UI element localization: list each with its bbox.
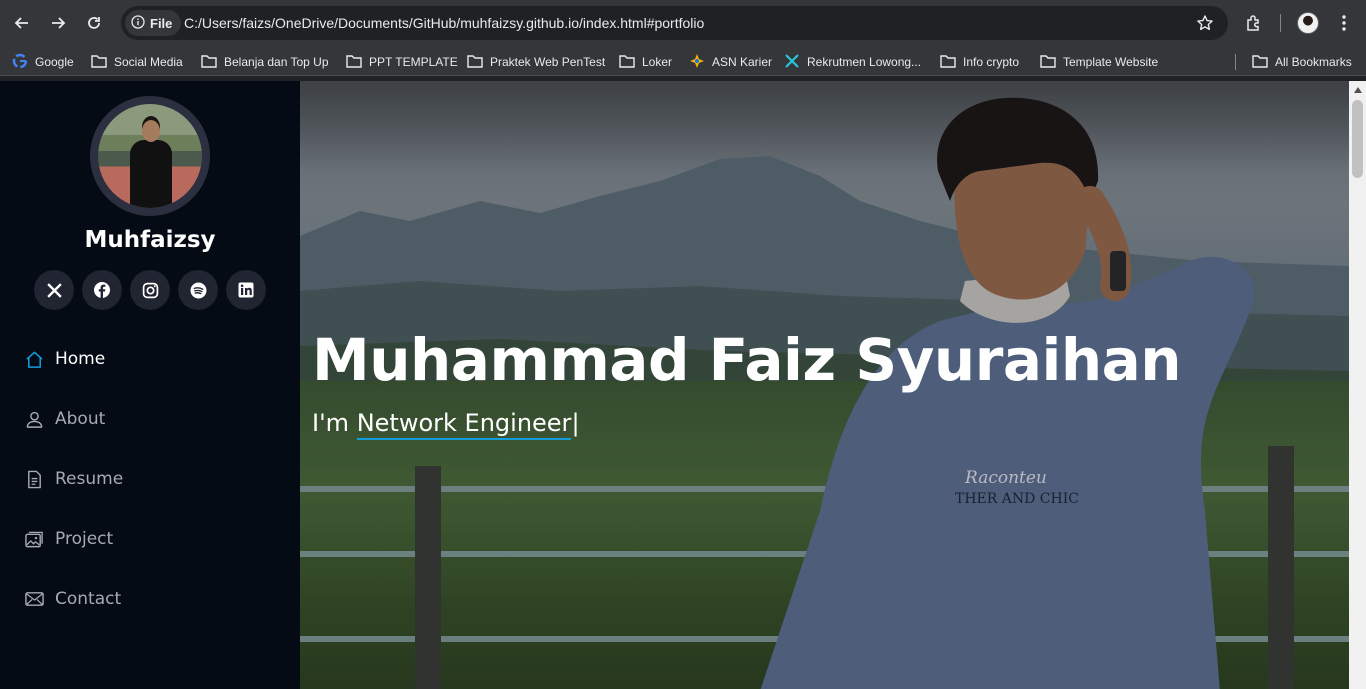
typed-cursor: | bbox=[571, 409, 580, 437]
spotify-icon[interactable] bbox=[178, 270, 218, 310]
nav-item-home[interactable]: Home bbox=[25, 344, 265, 374]
folder-icon bbox=[1252, 54, 1268, 71]
rekrutmen-icon bbox=[784, 53, 800, 72]
hero-subtitle: I'm Network Engineer| bbox=[312, 409, 580, 440]
profile-photo bbox=[98, 104, 202, 208]
profile-avatar[interactable] bbox=[1297, 12, 1319, 34]
info-icon bbox=[131, 14, 145, 32]
scrollbar-thumb[interactable] bbox=[1352, 100, 1363, 178]
nav-item-project[interactable]: Project bbox=[25, 524, 265, 554]
browser-toolbar: File C:/Users/faizs/OneDrive/Documents/G… bbox=[0, 0, 1366, 46]
envelope-icon bbox=[25, 590, 44, 609]
site-info-chip[interactable]: File bbox=[125, 10, 182, 36]
bookmark-google[interactable]: Google bbox=[12, 52, 74, 72]
google-icon bbox=[12, 53, 28, 72]
url-text[interactable]: C:/Users/faizs/OneDrive/Documents/GitHub… bbox=[184, 15, 704, 31]
home-icon bbox=[25, 350, 44, 369]
page-viewport: Muhfaizsy Home About Resume Project Cont… bbox=[0, 81, 1366, 689]
bookmark-social-media[interactable]: Social Media bbox=[91, 52, 183, 72]
reload-icon[interactable] bbox=[81, 10, 107, 36]
hero-typed-text: Network Engineer bbox=[356, 409, 572, 440]
hero-title: Muhammad Faiz Syuraihan bbox=[312, 326, 1182, 394]
toolbar-divider bbox=[1280, 14, 1281, 32]
page-scrollbar[interactable] bbox=[1349, 81, 1366, 689]
bookmark-star-icon[interactable] bbox=[1196, 14, 1214, 37]
hero-subtitle-prefix: I'm bbox=[312, 409, 350, 437]
folder-icon bbox=[201, 54, 217, 71]
extensions-puzzle-icon[interactable] bbox=[1241, 10, 1267, 36]
nav-item-about[interactable]: About bbox=[25, 404, 265, 434]
forward-arrow-icon[interactable] bbox=[45, 10, 71, 36]
site-chip-label: File bbox=[150, 15, 173, 31]
bookmark-asn-karier[interactable]: ASN Karier bbox=[689, 52, 772, 72]
asn-icon bbox=[689, 53, 705, 72]
hero-section: Raconteu THER AND CHIC Muhammad Faiz Syu… bbox=[300, 81, 1349, 689]
bookmark-rekrutmen[interactable]: Rekrutmen Lowong... bbox=[784, 52, 921, 72]
bookmarks-divider bbox=[1235, 54, 1236, 70]
more-menu-icon[interactable] bbox=[1331, 10, 1357, 36]
nav-item-resume[interactable]: Resume bbox=[25, 464, 265, 494]
site-brand-name[interactable]: Muhfaizsy bbox=[0, 227, 300, 253]
folder-icon bbox=[467, 54, 483, 71]
file-icon bbox=[25, 470, 44, 489]
bookmark-loker[interactable]: Loker bbox=[619, 52, 672, 72]
back-arrow-icon[interactable] bbox=[9, 10, 35, 36]
linkedin-icon[interactable] bbox=[226, 270, 266, 310]
social-links bbox=[34, 270, 266, 310]
x-icon[interactable] bbox=[34, 270, 74, 310]
facebook-icon[interactable] bbox=[82, 270, 122, 310]
bookmarks-bar: Google Social Media Belanja dan Top Up P… bbox=[0, 46, 1366, 76]
person-icon bbox=[25, 410, 44, 429]
folder-icon bbox=[1040, 54, 1056, 71]
scroll-up-arrow-icon[interactable] bbox=[1349, 81, 1366, 98]
bookmark-info-crypto[interactable]: Info crypto bbox=[940, 52, 1019, 72]
profile-photo-frame bbox=[90, 96, 210, 216]
address-bar[interactable]: File C:/Users/faizs/OneDrive/Documents/G… bbox=[121, 6, 1228, 40]
sidebar: Muhfaizsy Home About Resume Project Cont… bbox=[0, 81, 300, 689]
folder-icon bbox=[346, 54, 362, 71]
bookmark-belanja[interactable]: Belanja dan Top Up bbox=[201, 52, 329, 72]
nav-item-contact[interactable]: Contact bbox=[25, 584, 265, 614]
images-icon bbox=[25, 530, 44, 549]
folder-icon bbox=[91, 54, 107, 71]
all-bookmarks[interactable]: All Bookmarks bbox=[1252, 52, 1352, 72]
folder-icon bbox=[940, 54, 956, 71]
bookmark-template-website[interactable]: Template Website bbox=[1040, 52, 1158, 72]
bookmark-ppt-template[interactable]: PPT TEMPLATE bbox=[346, 52, 458, 72]
bookmark-praktek-web[interactable]: Praktek Web PenTest bbox=[467, 52, 605, 72]
folder-icon bbox=[619, 54, 635, 71]
instagram-icon[interactable] bbox=[130, 270, 170, 310]
